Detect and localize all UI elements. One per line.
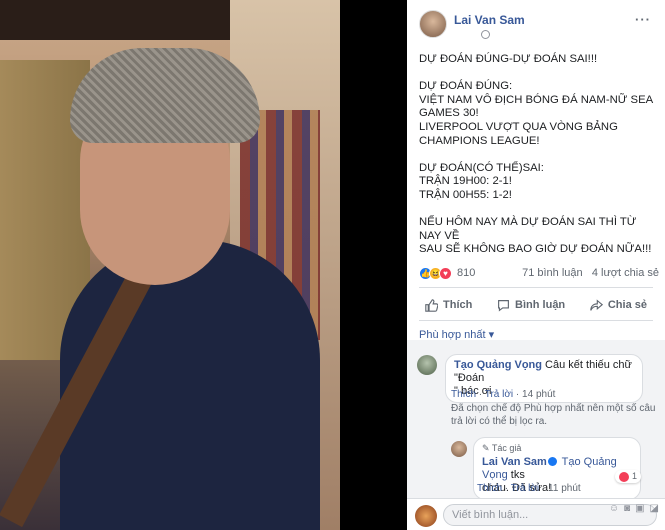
composer-icons: ☺ ◙ ▣ ◪ [609, 503, 659, 514]
camera-icon[interactable]: ◙ [624, 503, 630, 514]
share-label: Chia sẻ [607, 299, 647, 311]
love-reaction-icon: ♥ [439, 267, 452, 280]
reply-text: tks [507, 469, 525, 481]
comment-meta: Thích · Trả lời · 14 phút [451, 389, 556, 400]
more-options-icon[interactable]: ··· [635, 12, 651, 27]
like-button[interactable]: Thích [419, 294, 478, 316]
reply-meta: Thích · Trả lời · 11 phút [477, 483, 581, 494]
post-line: TRẬN 00H55: 1-2! [419, 188, 512, 201]
comments-section: Tạo Quảng Vọng Câu kết thiếu chữ "Đoán "… [407, 340, 665, 500]
current-user-avatar[interactable] [415, 505, 437, 527]
photo-image [0, 0, 340, 530]
post-paragraph: DỰ ĐOÁN ĐÚNG: VIỆT NAM VÔ ĐỊCH BÓNG ĐÁ N… [419, 80, 659, 148]
author-badge-label: Tác giả [491, 443, 522, 453]
comment-icon [498, 299, 509, 312]
post-photo[interactable] [0, 0, 405, 530]
post-line: DỰ ĐOÁN(CÓ THỂ)SAI: [419, 161, 544, 174]
commenter-avatar[interactable] [417, 355, 437, 375]
post-paragraph: NẾU HÔM NAY MÀ DỰ ĐOÁN SAI THÌ TỪ NAY VỀ… [419, 216, 659, 257]
reply-time[interactable]: 11 phút [548, 483, 581, 494]
reply-like-link[interactable]: Thích [477, 483, 502, 494]
photo-jacket [60, 240, 320, 530]
reply-reaction-count: 1 [632, 471, 638, 481]
comment-reply-link[interactable]: Trả lời [485, 389, 513, 400]
post-line: TRẬN 19H00: 2-1! [419, 175, 512, 188]
comment-time[interactable]: 14 phút [522, 389, 555, 400]
comment-button[interactable]: Bình luận [491, 294, 571, 316]
share-arrow-icon [590, 298, 603, 311]
reactions-bar: 👍 😆 ♥ 810 71 bình luận 4 lượt chia sẻ [419, 266, 659, 282]
post-line: LIVERPOOL VƯỢT QUA VÒNG BẢNG [419, 120, 618, 133]
post-paragraph: DỰ ĐOÁN ĐÚNG-DỰ ĐOÁN SAI!!! [419, 53, 659, 67]
filter-note: Đã chọn chế độ Phù hợp nhất nên một số c… [451, 403, 656, 427]
comment-like-link[interactable]: Thích [451, 389, 476, 400]
post-stats: 71 bình luận 4 lượt chia sẻ [522, 267, 659, 279]
author-name[interactable]: Lai Van Sam [454, 13, 525, 27]
post-paragraph: DỰ ĐOÁN(CÓ THỂ)SAI: TRẬN 19H00: 2-1! TRẬ… [419, 162, 659, 203]
heart-icon [619, 471, 629, 482]
author-badge: ✎ Tác giả [482, 443, 522, 453]
divider [419, 320, 653, 321]
author-avatar[interactable] [419, 10, 447, 38]
thumbs-up-icon [425, 298, 438, 312]
post-line: VIỆT NAM VÔ ĐỊCH BÓNG ĐÁ NAM-NỮ SEA [419, 93, 654, 106]
post-line: SAU SẼ KHÔNG BAO GIỜ DỰ ĐOÁN NỮA!!! [419, 243, 652, 256]
post-line: CHAMPIONS LEAGUE! [419, 134, 540, 147]
comment-label: Bình luận [515, 299, 566, 311]
post-actions: Thích Bình luận Chia sẻ [419, 294, 653, 316]
emoji-icon[interactable]: ☺ [609, 503, 619, 514]
share-count[interactable]: 4 lượt chia sẻ [592, 267, 659, 279]
reply-reaction-badge[interactable]: 1 [615, 470, 642, 483]
reply-author-name[interactable]: Lai Van Sam [482, 456, 547, 468]
post-text: DỰ ĐOÁN ĐÚNG-DỰ ĐOÁN SAI!!! DỰ ĐOÁN ĐÚNG… [419, 53, 659, 271]
post-line: NẾU HÔM NAY MÀ DỰ ĐOÁN SAI THÌ TỪ NAY VỀ [419, 216, 637, 242]
commenter-name[interactable]: Tạo Quảng Vọng [454, 359, 542, 371]
post-header: Lai Van Sam ··· [419, 10, 659, 40]
reply-reply-link[interactable]: Trả lời [511, 483, 539, 494]
reply-author-avatar[interactable] [451, 441, 467, 457]
photo-cap [70, 48, 260, 143]
post-line: DỰ ĐOÁN ĐÚNG: [419, 80, 513, 93]
share-button[interactable]: Chia sẻ [584, 294, 653, 316]
verified-icon [547, 457, 557, 467]
comment-composer: Viết bình luận... ☺ ◙ ▣ ◪ [407, 498, 665, 530]
gif-icon[interactable]: ▣ [635, 503, 644, 514]
sticker-icon[interactable]: ◪ [650, 503, 659, 514]
post-line: GAMES 30! [419, 107, 479, 120]
reaction-count[interactable]: 810 [457, 267, 475, 279]
like-label: Thích [443, 299, 473, 311]
post-line: DỰ ĐOÁN ĐÚNG-DỰ ĐOÁN SAI!!! [419, 53, 598, 65]
globe-icon[interactable] [481, 30, 490, 39]
comment-count[interactable]: 71 bình luận [522, 267, 583, 279]
comment-input-placeholder: Viết bình luận... [452, 509, 529, 521]
divider [419, 287, 653, 288]
post-side-panel: Lai Van Sam ··· DỰ ĐOÁN ĐÚNG-DỰ ĐOÁN SAI… [407, 0, 665, 530]
